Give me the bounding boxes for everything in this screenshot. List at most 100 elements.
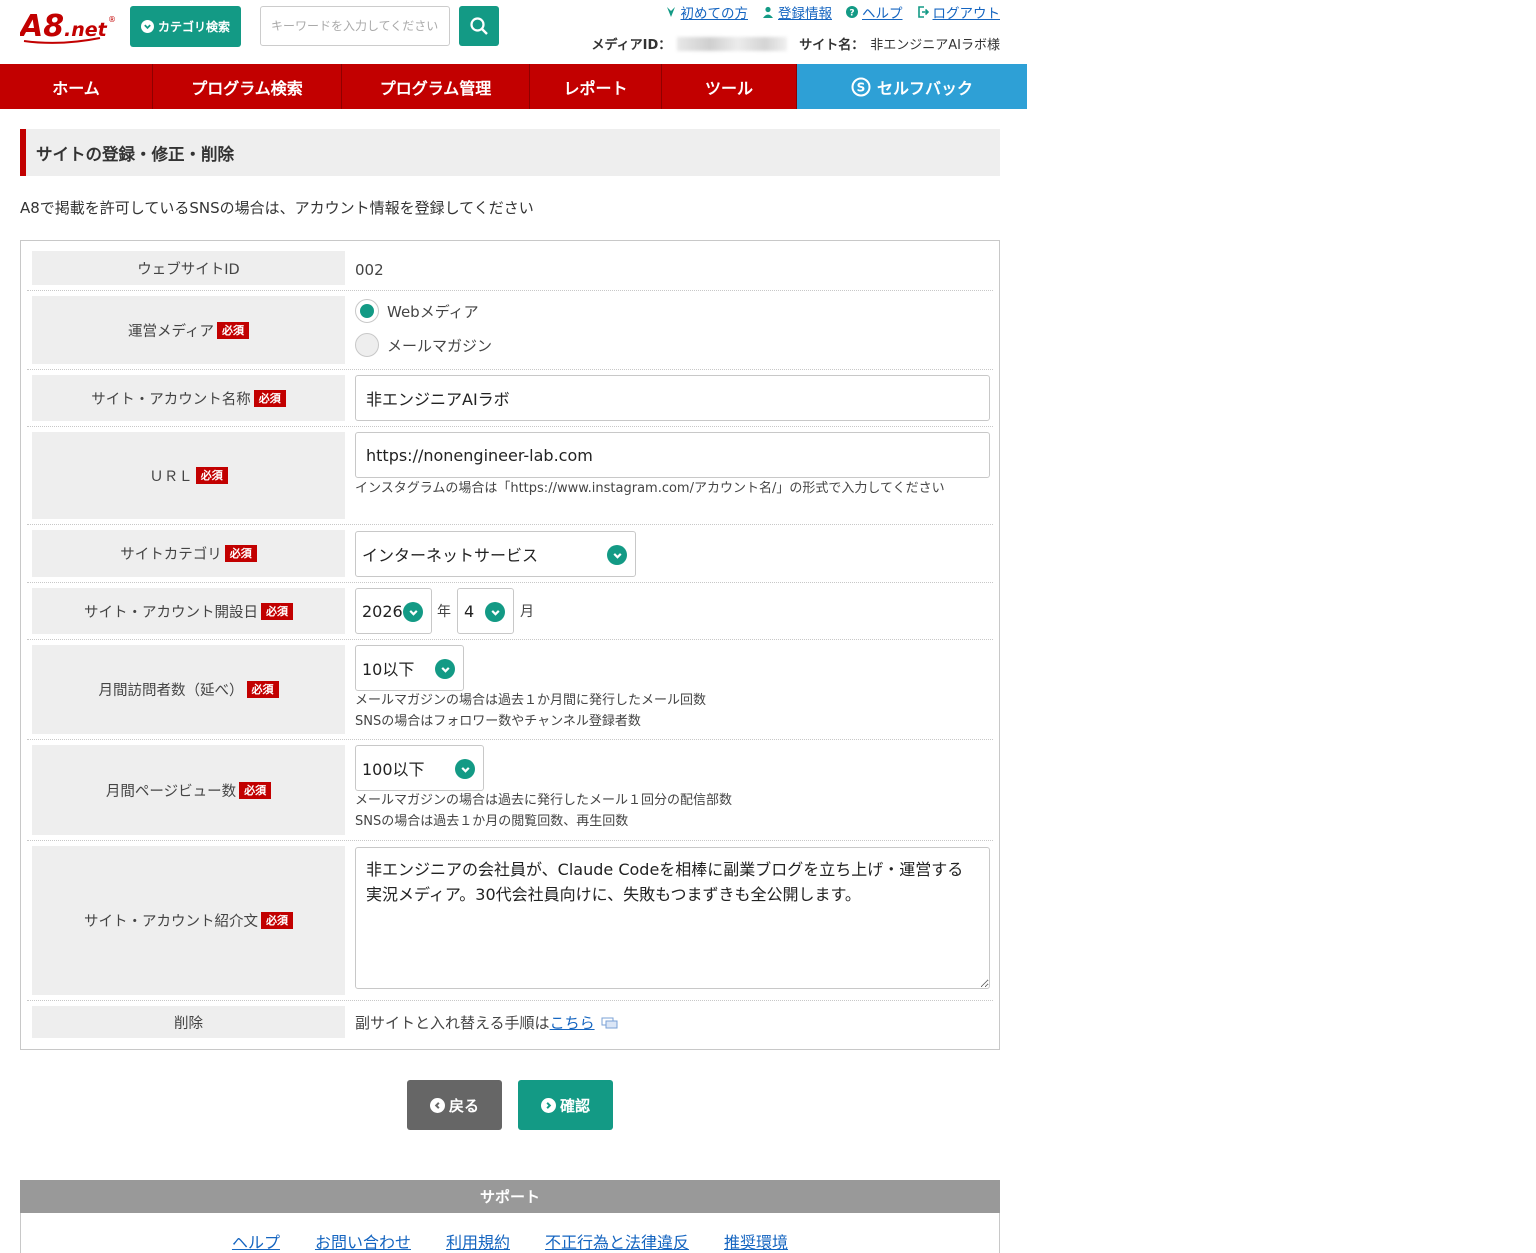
visitors-select[interactable]: 10以下 xyxy=(355,645,464,691)
label-website-id: ウェブサイトID xyxy=(32,251,345,285)
nav-tools[interactable]: ツール xyxy=(662,64,797,109)
required-badge: 必須 xyxy=(239,781,272,799)
chevron-down-icon xyxy=(403,602,423,622)
row-media: 運営メディア 必須 Webメディア メールマガジン xyxy=(27,291,993,370)
radio-mail-magazine[interactable]: メールマガジン xyxy=(355,333,492,357)
header-links: 初めての方 登録情報 ? ヘルプ ログアウト xyxy=(665,2,1000,22)
row-pageviews: 月間ページビュー数 必須 100以下 メールマガジンの場合は過去に発行したメール１… xyxy=(27,740,993,841)
required-badge: 必須 xyxy=(261,912,293,929)
intro-text: A8で掲載を許可しているSNSの場合は、アカウント情報を登録してください xyxy=(20,199,534,217)
pageviews-help-mail: メールマガジンの場合は過去に発行したメール１回分の配信部数 xyxy=(355,793,733,808)
support-contact-link[interactable]: お問い合わせ xyxy=(315,1229,411,1253)
beginner-link[interactable]: 初めての方 xyxy=(665,2,748,22)
media-id-redacted xyxy=(677,36,788,51)
label-url: ＵＲＬ 必須 xyxy=(32,432,345,519)
nav-report[interactable]: レポート xyxy=(530,64,662,109)
label-pageviews: 月間ページビュー数 必須 xyxy=(32,745,345,835)
website-id-value: 002 xyxy=(355,261,384,279)
radio-web-media[interactable]: Webメディア xyxy=(355,299,479,323)
row-category: サイトカテゴリ 必須 インターネットサービス xyxy=(27,525,993,583)
url-input[interactable] xyxy=(355,432,990,478)
search-button[interactable] xyxy=(459,6,499,46)
main-nav: ホーム プログラム検索 プログラム管理 レポート ツール S セルフバック xyxy=(0,64,1027,109)
row-intro-text: サイト・アカウント紹介文 必須 非エンジニアの会社員が、Claude Codeを相… xyxy=(27,841,993,1001)
year-select[interactable]: 2026 xyxy=(355,588,432,634)
support-environment-link[interactable]: 推奨環境 xyxy=(724,1229,788,1253)
label-media: 運営メディア 必須 xyxy=(32,296,345,364)
pageviews-select[interactable]: 100以下 xyxy=(355,745,484,791)
radio-button[interactable] xyxy=(355,299,379,323)
visitors-help-mail: メールマガジンの場合は過去１か月間に発行したメール回数 xyxy=(355,693,707,708)
site-name-input[interactable] xyxy=(355,375,990,421)
nav-selfback[interactable]: S セルフバック xyxy=(797,64,1027,109)
support-help-link[interactable]: ヘルプ xyxy=(232,1229,280,1253)
svg-text:®: ® xyxy=(108,15,116,24)
site-form: ウェブサイトID 002 運営メディア 必須 Webメディア メールマガジン サイ… xyxy=(20,240,1000,1050)
required-badge: 必須 xyxy=(224,545,257,562)
label-site-name: サイト・アカウント名称 必須 xyxy=(32,375,345,421)
pageviews-help-sns: SNSの場合は過去１か月の閲覧回数、再生回数 xyxy=(355,814,629,829)
row-site-name: サイト・アカウント名称 必須 xyxy=(27,370,993,427)
leaf-icon xyxy=(666,7,675,17)
required-badge: 必須 xyxy=(253,389,286,407)
page-title: サイトの登録・修正・削除 xyxy=(36,144,234,164)
support-links: ヘルプ お問い合わせ 利用規約 不正行為と法律違反 推奨環境 xyxy=(20,1213,1000,1253)
external-window-icon xyxy=(601,1017,618,1028)
nav-program-search[interactable]: プログラム検索 xyxy=(153,64,342,109)
svg-text:?: ? xyxy=(849,9,854,19)
chevron-down-icon xyxy=(140,20,154,33)
category-select[interactable]: インターネットサービス xyxy=(355,531,636,577)
user-icon xyxy=(763,6,773,18)
row-website-id: ウェブサイトID 002 xyxy=(27,246,993,291)
question-icon: ? xyxy=(846,6,858,18)
delete-procedure-link[interactable]: こちら xyxy=(550,1012,595,1033)
year-unit: 年 xyxy=(437,604,451,620)
required-badge: 必須 xyxy=(246,681,279,698)
row-visitors: 月間訪問者数（延べ） 必須 10以下 メールマガジンの場合は過去１か月間に発行した… xyxy=(27,640,993,740)
selfback-icon: S xyxy=(851,77,871,96)
category-search-label: カテゴリ検索 xyxy=(157,20,230,34)
row-url: ＵＲＬ必須 インスタグラムの場合は「https://www.instagram.… xyxy=(27,427,993,525)
label-category: サイトカテゴリ 必須 xyxy=(32,530,345,577)
label-open-date: サイト・アカウント開設日 必須 xyxy=(32,588,345,634)
keyword-search-input[interactable] xyxy=(260,6,450,46)
radio-button[interactable] xyxy=(355,333,379,357)
category-search-button[interactable]: カテゴリ検索 xyxy=(130,6,241,47)
help-link[interactable]: ? ヘルプ xyxy=(846,2,903,22)
svg-text:A8: A8 xyxy=(20,9,64,44)
support-terms-link[interactable]: 利用規約 xyxy=(446,1229,510,1253)
row-open-date: サイト・アカウント開設日 必須 2026 年 4 月 xyxy=(27,583,993,640)
svg-text:.net: .net xyxy=(64,19,108,41)
month-select[interactable]: 4 xyxy=(457,588,514,634)
delete-text: 副サイトと入れ替える手順は こちら xyxy=(355,1012,619,1033)
site-name-value: 非エンジニアAIラボ様 xyxy=(870,38,1000,53)
chevron-down-icon xyxy=(607,545,627,565)
visitors-help-sns: SNSの場合はフォロワー数やチャンネル登録者数 xyxy=(355,714,641,729)
back-button[interactable]: 戻る xyxy=(407,1080,502,1130)
support-fraud-link[interactable]: 不正行為と法律違反 xyxy=(545,1229,689,1253)
media-info: メディアID： サイト名： 非エンジニアAIラボ様 xyxy=(592,34,1000,53)
a8-logo[interactable]: A8 .net ® xyxy=(18,6,116,46)
logout-icon xyxy=(917,6,929,18)
label-visitors: 月間訪問者数（延べ） 必須 xyxy=(32,645,345,734)
logout-link[interactable]: ログアウト xyxy=(917,2,1000,22)
confirm-button[interactable]: 確認 xyxy=(518,1080,613,1130)
page-title-bar: サイトの登録・修正・削除 xyxy=(20,129,1000,176)
nav-program-management[interactable]: プログラム管理 xyxy=(342,64,530,109)
svg-text:S: S xyxy=(857,80,866,94)
month-unit: 月 xyxy=(520,604,534,620)
required-badge: 必須 xyxy=(195,467,228,484)
nav-home[interactable]: ホーム xyxy=(0,64,153,109)
chevron-down-icon xyxy=(435,659,455,679)
chevron-down-icon xyxy=(485,602,505,622)
label-delete: 削除 xyxy=(32,1006,345,1038)
url-help: インスタグラムの場合は「https://www.instagram.com/アカ… xyxy=(355,481,945,496)
chevron-right-icon xyxy=(540,1097,556,1113)
media-id-label: メディアID： xyxy=(591,38,672,53)
row-delete: 削除 副サイトと入れ替える手順は こちら xyxy=(27,1001,993,1043)
label-intro-text: サイト・アカウント紹介文 必須 xyxy=(32,846,345,995)
site-name-label: サイト名： xyxy=(799,38,865,53)
registration-info-link[interactable]: 登録情報 xyxy=(762,2,832,22)
intro-textarea[interactable]: 非エンジニアの会社員が、Claude Codeを相棒に副業ブログを立ち上げ・運営… xyxy=(355,847,990,989)
search-icon xyxy=(470,17,488,35)
